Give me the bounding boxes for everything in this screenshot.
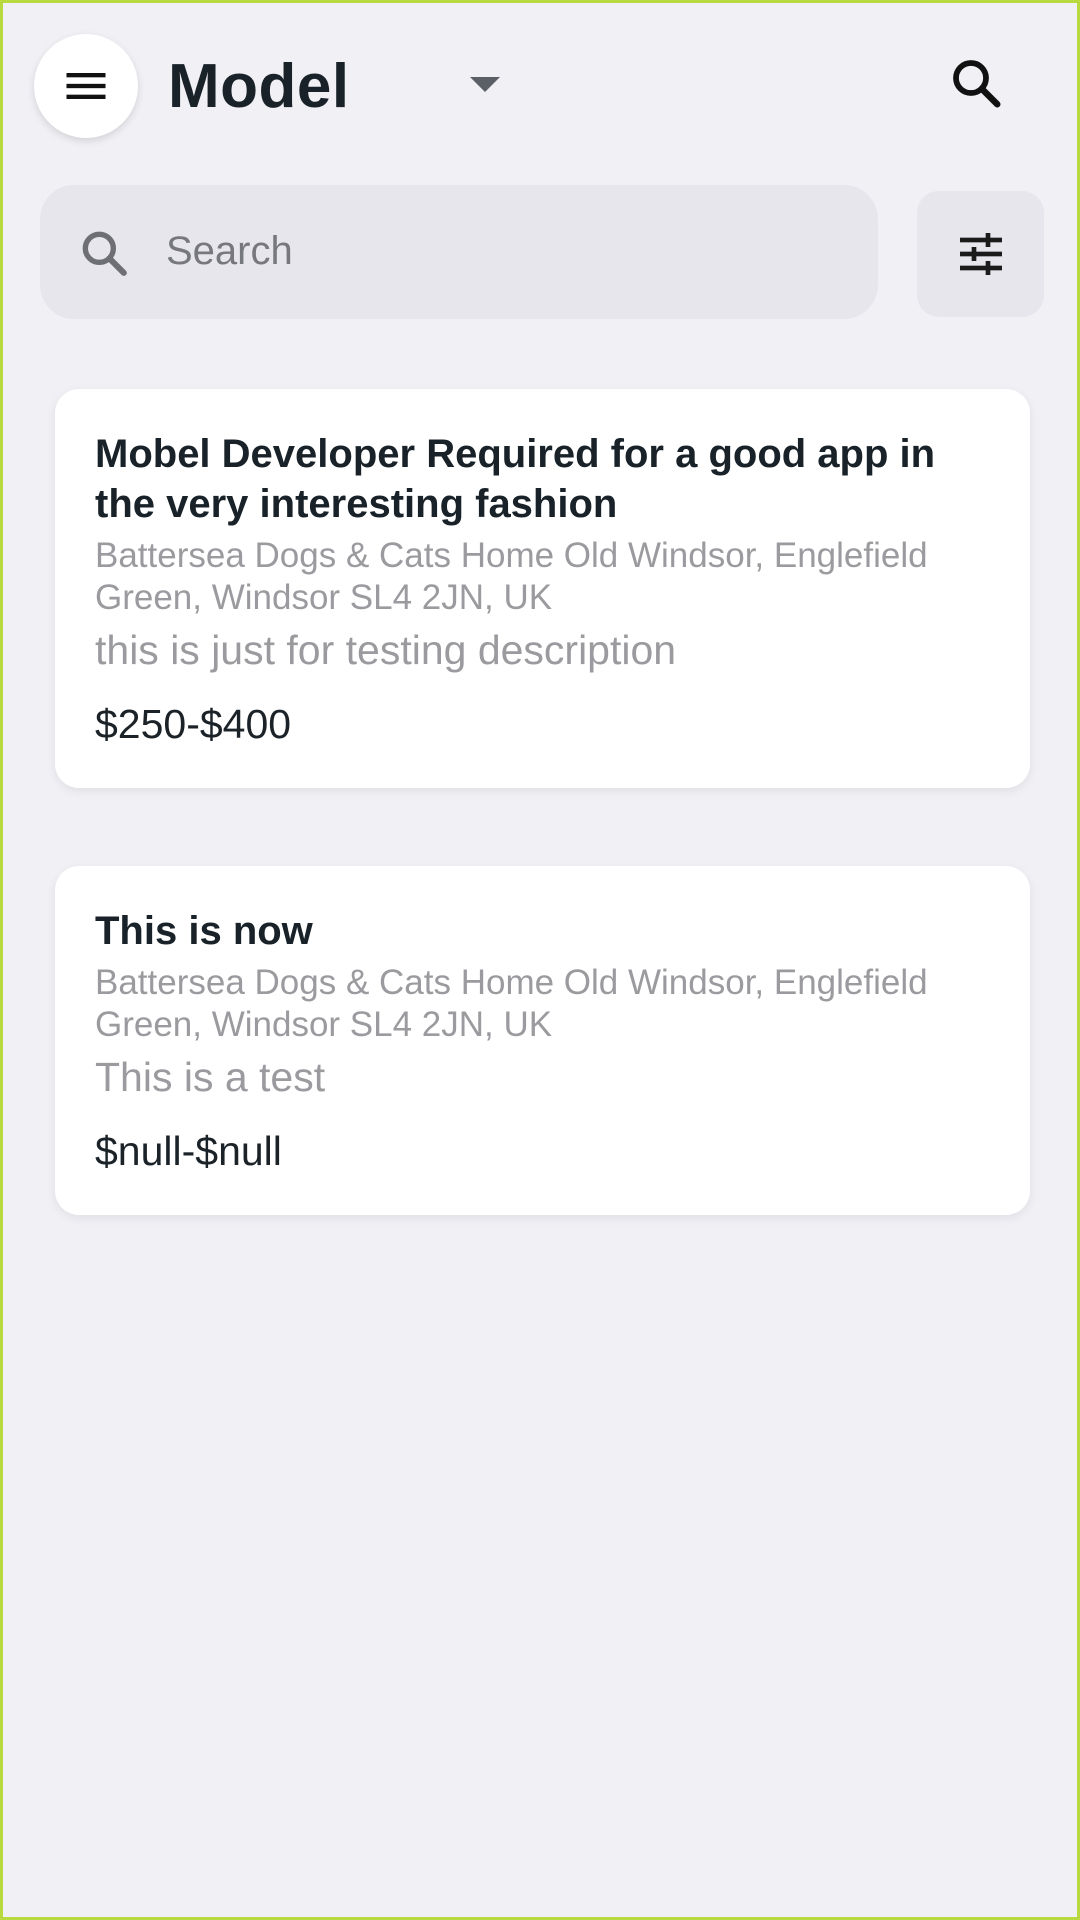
job-location: Battersea Dogs & Cats Home Old Windsor, … xyxy=(95,963,928,1044)
caret-down-icon xyxy=(470,77,500,92)
page-title: Model xyxy=(168,51,350,121)
search-icon xyxy=(953,60,1001,108)
job-description: this is just for testing description xyxy=(95,627,677,673)
header-search-button[interactable] xyxy=(946,53,1006,113)
job-title: Mobel Developer Required for a good app … xyxy=(95,432,936,526)
app-header: Model xyxy=(3,3,1077,173)
menu-button[interactable] xyxy=(34,34,138,138)
search-input[interactable] xyxy=(166,215,846,287)
job-price-range: $null-$null xyxy=(95,1128,282,1174)
job-price-range: $250-$400 xyxy=(95,701,292,747)
job-card[interactable]: This is now Battersea Dogs & Cats Home O… xyxy=(55,866,1030,1215)
search-bar[interactable] xyxy=(40,185,878,319)
job-title: This is now xyxy=(95,909,313,953)
category-dropdown[interactable]: Model xyxy=(168,41,518,131)
job-card[interactable]: Mobel Developer Required for a good app … xyxy=(55,389,1030,788)
search-icon xyxy=(82,231,127,276)
tune-sliders-icon xyxy=(959,233,1002,275)
filter-button[interactable] xyxy=(917,191,1044,317)
hamburger-menu-icon xyxy=(66,73,106,99)
job-location: Battersea Dogs & Cats Home Old Windsor, … xyxy=(95,536,928,617)
job-description: This is a test xyxy=(95,1054,326,1100)
